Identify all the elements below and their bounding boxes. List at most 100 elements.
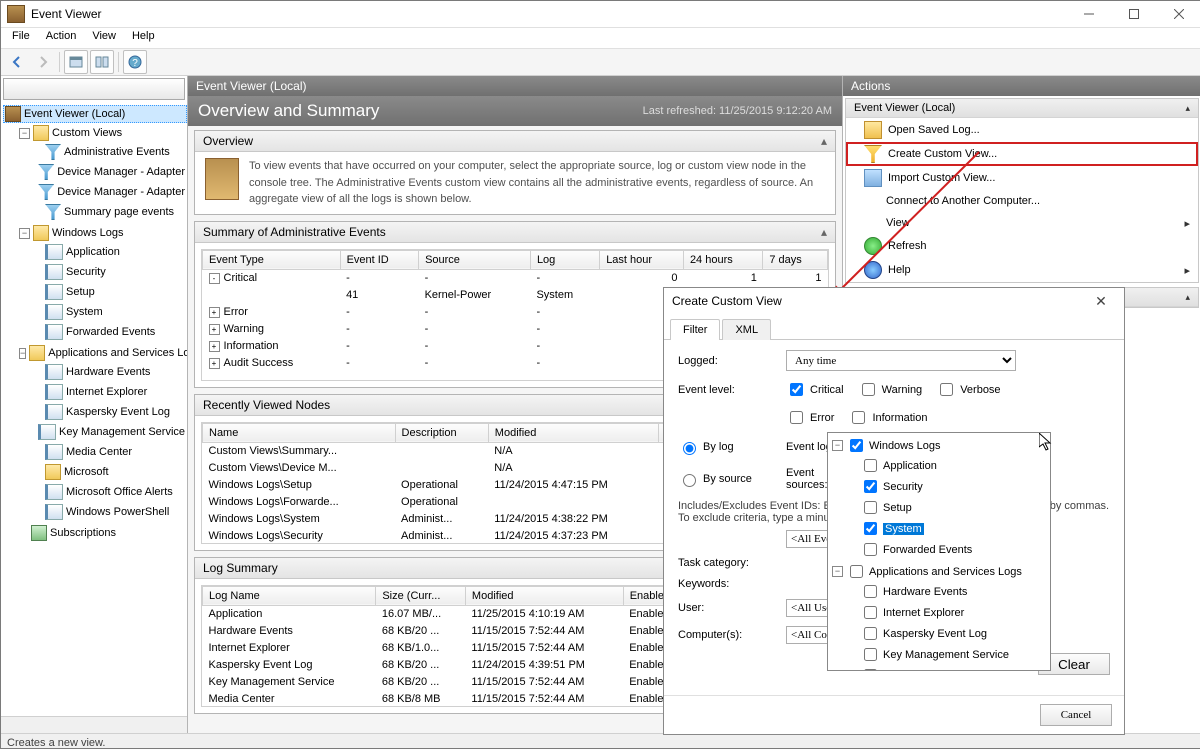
tree-item[interactable]: Administrative Events (31, 143, 187, 161)
console-tree[interactable]: Event Viewer (Local) −Custom Views Admin… (1, 102, 187, 716)
col-header[interactable]: Source (419, 250, 531, 269)
dialog-title: Create Custom View (672, 294, 1086, 308)
tree-item[interactable]: Key Management Service (31, 423, 187, 441)
menu-action[interactable]: Action (39, 28, 84, 48)
dt-item[interactable]: Kaspersky Event Log (846, 624, 1048, 643)
dt-item[interactable]: Media Center (846, 666, 1048, 671)
dt-item[interactable]: Application (846, 456, 1048, 475)
minimize-button[interactable] (1066, 1, 1111, 27)
dt-item[interactable]: Hardware Events (846, 582, 1048, 601)
svg-text:?: ? (132, 58, 138, 69)
col-header[interactable]: Name (203, 423, 396, 442)
tree-item[interactable]: Windows PowerShell (31, 503, 187, 521)
toolbar: ? (1, 49, 1200, 76)
dt-app-services[interactable]: −Applications and Services Logs (832, 562, 1048, 581)
action-item[interactable]: Open Saved Log... (846, 118, 1198, 142)
action-item[interactable]: Create Custom View... (846, 142, 1198, 166)
dt-item[interactable]: Forwarded Events (846, 540, 1048, 559)
tree-subscriptions[interactable]: Subscriptions (17, 524, 187, 542)
actions-header: Actions (843, 76, 1200, 96)
dt-windows-logs[interactable]: −Windows Logs (832, 436, 1048, 455)
collapse-icon[interactable]: − (19, 228, 30, 239)
menu-file[interactable]: File (5, 28, 37, 48)
tree-item[interactable]: Hardware Events (31, 363, 187, 381)
menu-help[interactable]: Help (125, 28, 162, 48)
back-button[interactable] (5, 50, 29, 74)
col-header[interactable]: Log Name (203, 586, 376, 605)
radio-by-source[interactable]: By source (678, 471, 786, 487)
action-item[interactable]: Refresh (846, 234, 1198, 258)
action-item[interactable]: Help▸ (846, 258, 1198, 282)
tab-filter[interactable]: Filter (670, 319, 720, 340)
help-button[interactable]: ? (123, 50, 147, 74)
col-header[interactable]: 7 days (763, 250, 828, 269)
folder-icon (29, 345, 45, 361)
tree-item[interactable]: Forwarded Events (31, 323, 187, 341)
table-row[interactable]: -Critical---011 (203, 269, 828, 286)
log-icon (45, 264, 63, 280)
tree-item[interactable]: Device Manager - Adapter (31, 183, 187, 201)
col-header[interactable]: Modified (488, 423, 658, 442)
tree-item[interactable]: Application (31, 243, 187, 261)
log-icon (45, 404, 63, 420)
chevron-up-icon[interactable]: ▴ (821, 225, 827, 239)
action-item[interactable]: Import Custom View... (846, 166, 1198, 190)
app-icon (7, 5, 25, 23)
eventlogs-dropdown-tree[interactable]: −Windows Logs Application Security Setup Sy… (827, 432, 1051, 671)
tree-item[interactable]: Media Center (31, 443, 187, 461)
check-verbose[interactable]: Verbose (936, 380, 1000, 399)
menu-view[interactable]: View (85, 28, 123, 48)
toolbar-button-b[interactable] (90, 50, 114, 74)
col-header[interactable]: Last hour (600, 250, 684, 269)
dt-item[interactable]: Internet Explorer (846, 603, 1048, 622)
tree-item[interactable]: Kaspersky Event Log (31, 403, 187, 421)
action-item[interactable]: View▸ (846, 212, 1198, 234)
dt-item[interactable]: Key Management Service (846, 645, 1048, 664)
check-warning[interactable]: Warning (858, 380, 923, 399)
tree-item[interactable]: Device Manager - Adapter (31, 163, 187, 181)
tree-hscroll[interactable] (1, 716, 187, 733)
col-header[interactable]: Description (395, 423, 488, 442)
col-header[interactable]: Modified (465, 586, 623, 605)
tree-item[interactable]: Microsoft (31, 463, 187, 481)
tree-app-services[interactable]: −Applications and Services Logs (17, 344, 187, 362)
check-information[interactable]: Information (848, 408, 927, 427)
check-critical[interactable]: Critical (786, 380, 844, 399)
logged-select[interactable]: Any time (786, 350, 1016, 371)
radio-by-log[interactable]: By log (678, 439, 786, 455)
close-button[interactable] (1156, 1, 1200, 27)
col-header[interactable]: Log (530, 250, 599, 269)
dt-item[interactable]: System (846, 519, 1048, 538)
tree-windows-logs[interactable]: −Windows Logs (17, 224, 187, 242)
tree-item[interactable]: System (31, 303, 187, 321)
check-error[interactable]: Error (786, 408, 834, 427)
dialog-close-button[interactable]: ✕ (1086, 293, 1116, 310)
actions-group-1[interactable]: Event Viewer (Local)▴ (846, 99, 1198, 118)
tree-root[interactable]: Event Viewer (Local) (3, 105, 187, 123)
cancel-button[interactable]: Cancel (1040, 704, 1112, 726)
funnel-icon (38, 184, 54, 200)
col-header[interactable]: Event Type (203, 250, 341, 269)
dt-item[interactable]: Security (846, 477, 1048, 496)
tree-item[interactable]: Security (31, 263, 187, 281)
col-header[interactable]: Size (Curr... (376, 586, 466, 605)
collapse-icon[interactable]: − (19, 128, 30, 139)
tree-item[interactable]: Summary page events (31, 203, 187, 221)
tree-custom-views[interactable]: −Custom Views (17, 124, 187, 142)
titlebar[interactable]: Event Viewer (1, 1, 1200, 28)
tree-item[interactable]: Internet Explorer (31, 383, 187, 401)
collapse-icon[interactable]: − (19, 348, 26, 359)
dt-item[interactable]: Setup (846, 498, 1048, 517)
col-header[interactable]: Event ID (340, 250, 419, 269)
action-item[interactable]: Connect to Another Computer... (846, 190, 1198, 212)
tree-item[interactable]: Microsoft Office Alerts (31, 483, 187, 501)
window-title: Event Viewer (31, 7, 1066, 21)
tree-item[interactable]: Setup (31, 283, 187, 301)
toolbar-button-a[interactable] (64, 50, 88, 74)
chevron-up-icon[interactable]: ▴ (821, 134, 827, 148)
col-header[interactable]: 24 hours (683, 250, 762, 269)
forward-button[interactable] (31, 50, 55, 74)
dialog-titlebar[interactable]: Create Custom View ✕ (664, 288, 1124, 314)
tab-xml[interactable]: XML (722, 319, 771, 340)
maximize-button[interactable] (1111, 1, 1156, 27)
